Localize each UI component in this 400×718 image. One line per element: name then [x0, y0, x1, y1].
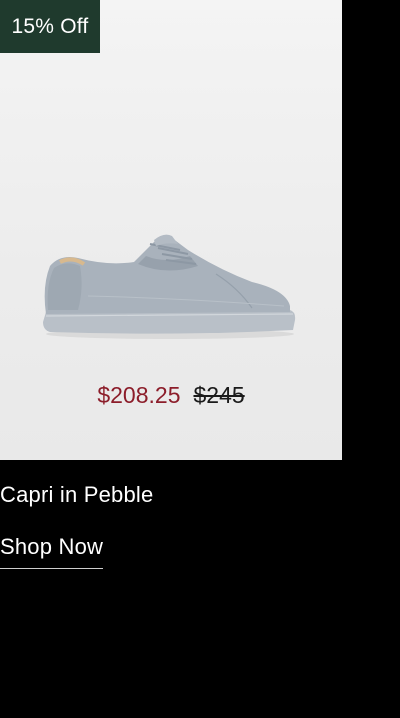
product-image-panel[interactable]: 15% Off $208.25 $245: [0, 0, 342, 460]
discount-badge: 15% Off: [0, 0, 100, 53]
original-price: $245: [193, 382, 245, 408]
price-row: $208.25 $245: [0, 382, 342, 409]
sale-price: $208.25: [97, 382, 181, 408]
product-card[interactable]: 15% Off $208.25 $245 Capri in Pebble Sho…: [0, 0, 400, 718]
product-name[interactable]: Capri in Pebble: [0, 482, 153, 508]
sneaker-image: [43, 234, 296, 339]
shop-now-link[interactable]: Shop Now: [0, 534, 104, 569]
